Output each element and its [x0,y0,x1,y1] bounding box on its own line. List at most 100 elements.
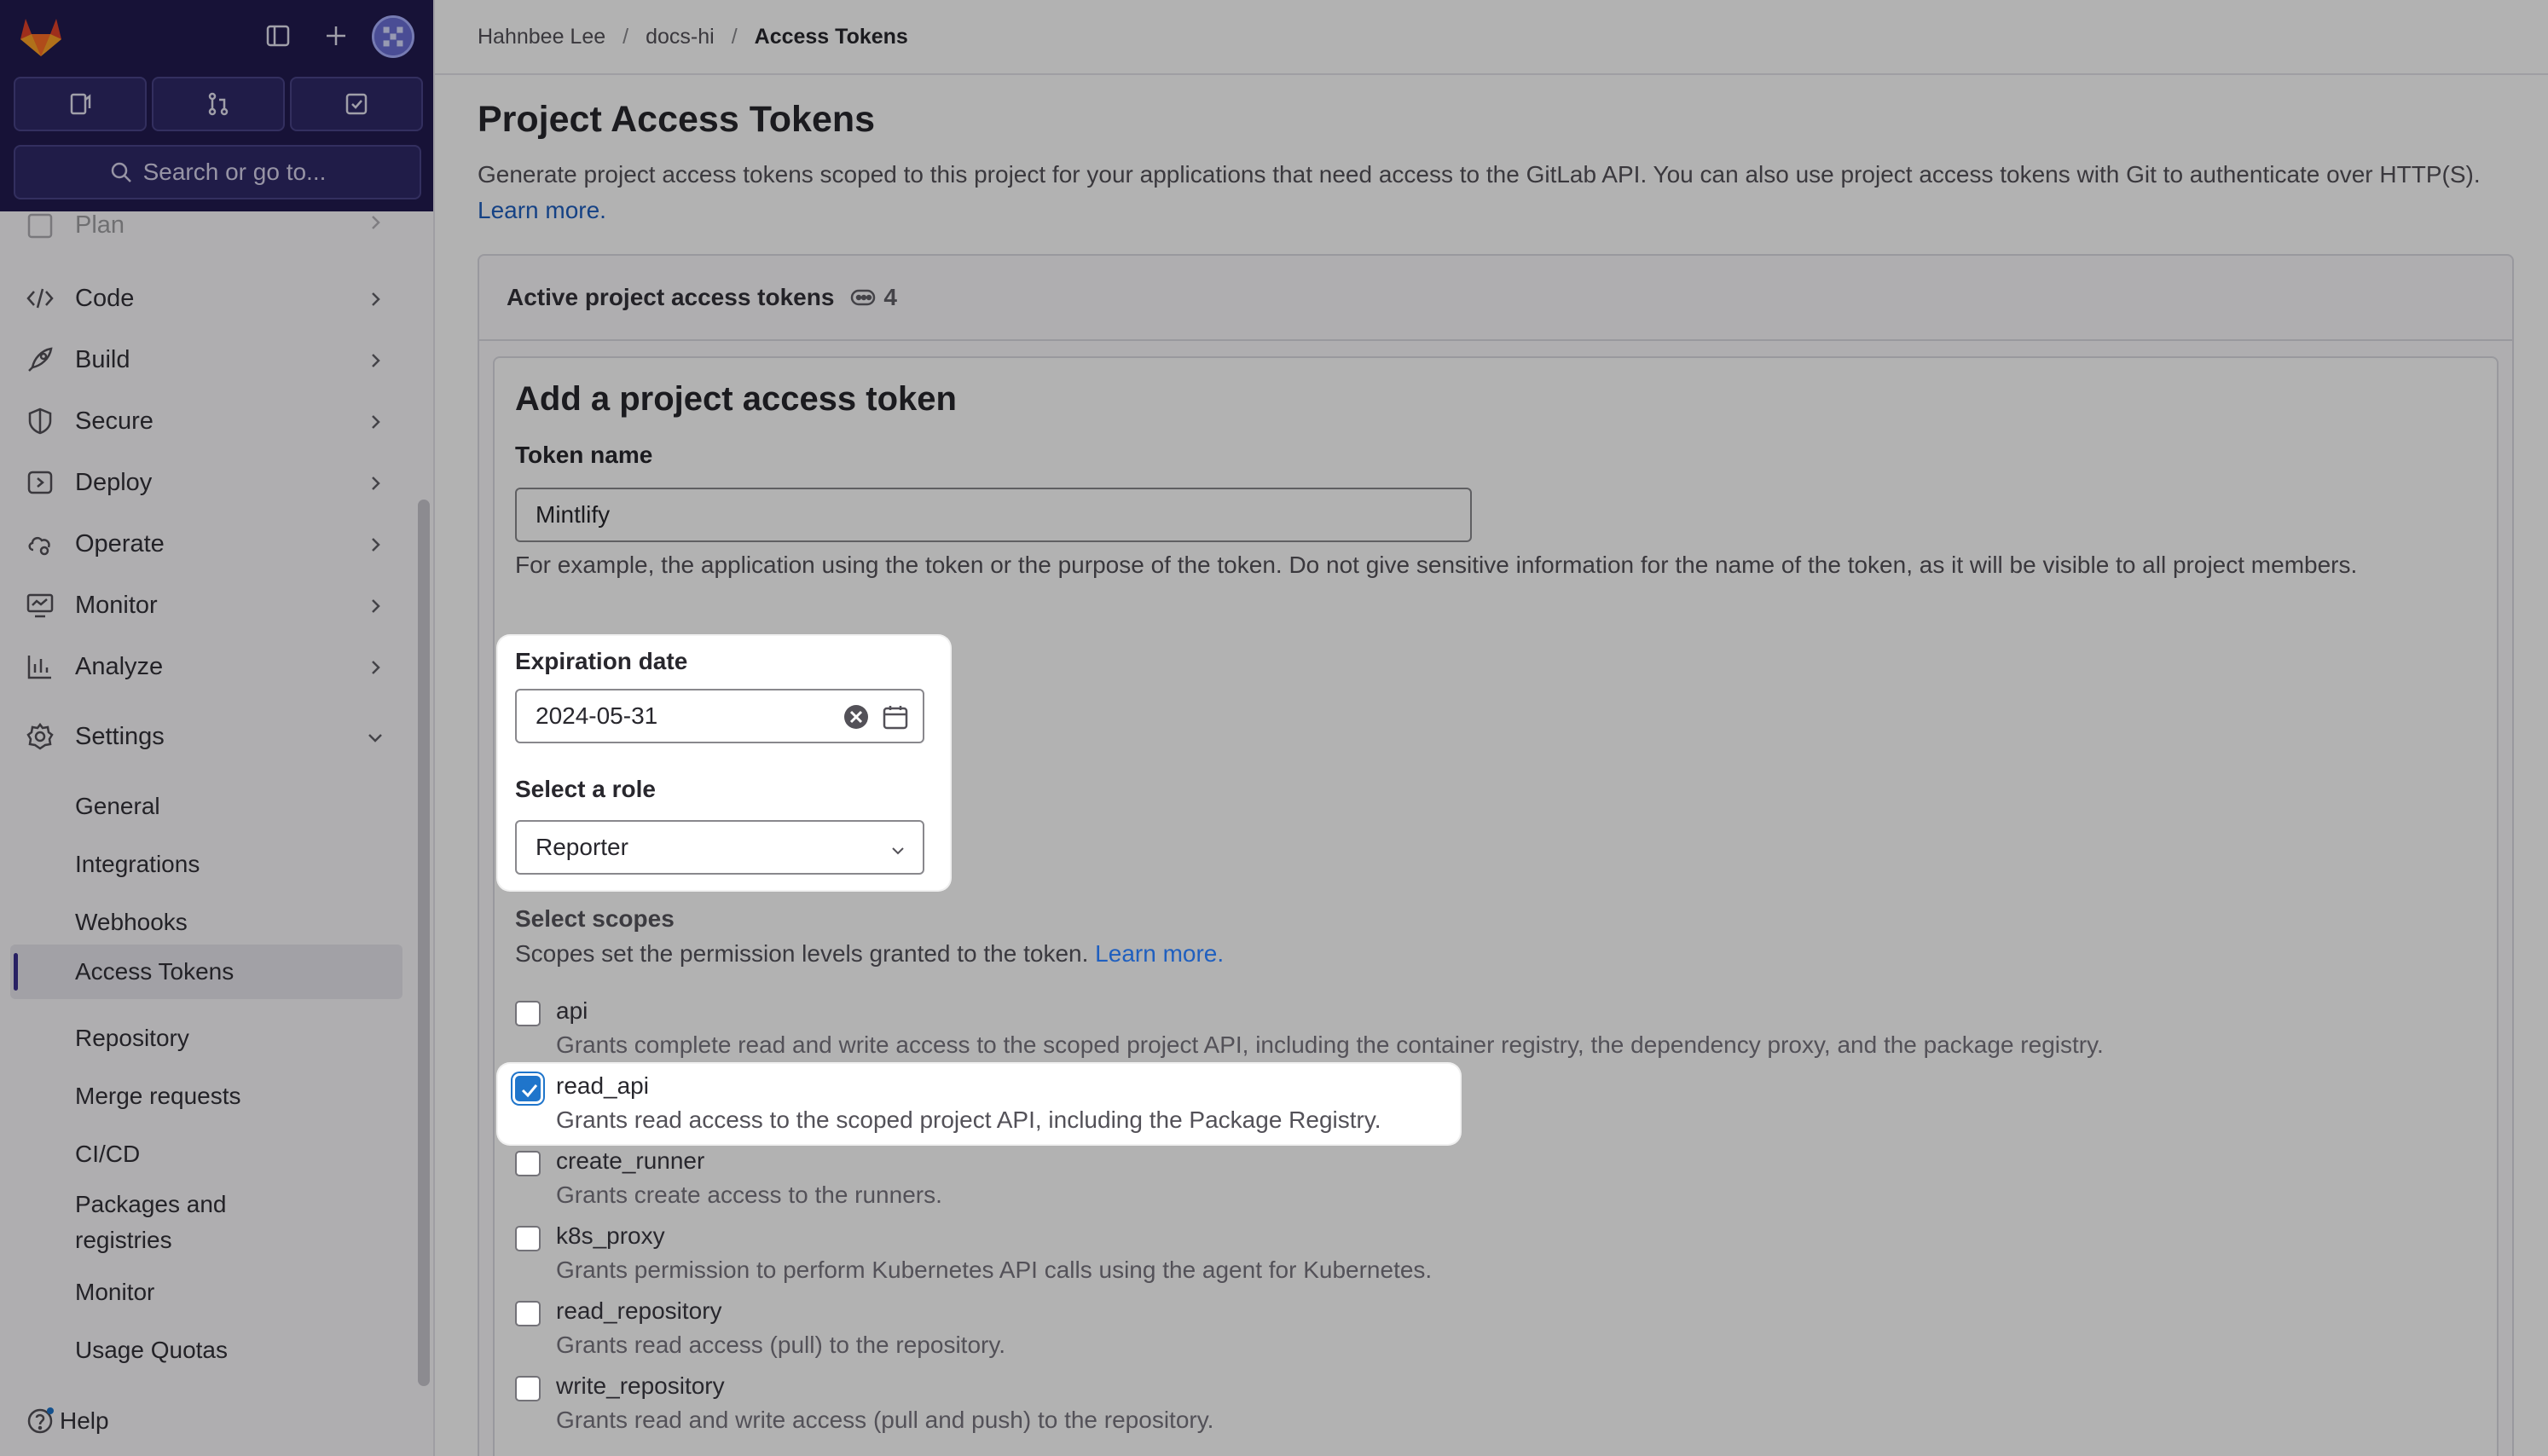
sidebar-header: Search or go to... [0,0,433,211]
scope-description: Grants read and write access (pull and p… [556,1407,1214,1433]
avatar[interactable] [372,15,414,58]
scopes-help: Scopes set the permission levels granted… [515,936,1224,972]
role-select-value: Reporter [536,834,628,860]
chart-icon [26,652,55,681]
page-description: Generate project access tokens scoped to… [478,157,2524,228]
nav-monitor-label: Monitor [75,591,158,619]
plus-icon[interactable] [317,17,355,55]
breadcrumb-user[interactable]: Hahnbee Lee [478,25,605,49]
token-name-help: For example, the application using the t… [515,552,2358,578]
sidebar-item-repository[interactable]: Repository [0,1014,402,1062]
breadcrumb: Hahnbee Lee / docs-hi / Access Tokens [435,0,2548,75]
sidebar-item-label: Repository [75,1025,189,1051]
sidebar-item-label: CI/CD [75,1141,141,1167]
token-name-input[interactable]: Mintlify [515,488,1472,542]
sidebar-item-label: Monitor [75,1279,155,1305]
sidebar-item-webhooks[interactable]: Webhooks [0,898,402,946]
chevron-right-icon [365,288,385,309]
merge-requests-button[interactable] [152,77,285,131]
chevron-right-icon [365,534,385,554]
search-icon [111,162,131,182]
scope-name: read_api [556,1072,649,1099]
search-input[interactable]: Search or go to... [14,145,421,199]
learn-more-link[interactable]: Learn more. [478,197,606,223]
chevron-right-icon [365,211,385,232]
breadcrumb-project[interactable]: docs-hi [646,25,715,49]
sidebar-item-label: Usage Quotas [75,1337,228,1363]
page-description-text: Generate project access tokens scoped to… [478,161,2481,188]
sidebar-item-packages[interactable]: Packages and registries [0,1187,402,1258]
nav-operate[interactable]: Operate [0,518,418,569]
nav-settings[interactable]: Settings [0,711,418,762]
sidebar-item-label: General [75,793,160,819]
sidebar-item-cicd[interactable]: CI/CD [0,1130,402,1178]
sidebar-item-general[interactable]: General [0,783,402,830]
help-label: Help [60,1407,109,1434]
nav-plan[interactable]: Plan [0,211,418,263]
sidebar-item-label: Merge requests [75,1083,241,1109]
sidebar-scrollbar[interactable] [418,500,430,1386]
scope-description: Grants read access (pull) to the reposit… [556,1332,1006,1358]
monitor-icon [26,591,55,620]
scope-read-api-checkbox[interactable] [515,1076,541,1101]
clear-icon[interactable] [843,703,870,737]
scopes-section: Select scopes Scopes set the permission … [515,905,2476,1456]
nav-deploy-label: Deploy [75,468,153,496]
rocket-icon [26,345,55,374]
toggle-sidebar-icon[interactable] [259,17,297,55]
role-select[interactable]: Reporter [515,820,924,875]
nav-monitor[interactable]: Monitor [0,580,418,631]
todos-button[interactable] [290,77,423,131]
scope-description: Grants create access to the runners. [556,1182,942,1208]
nav-deploy[interactable]: Deploy [0,457,418,508]
issues-button[interactable] [14,77,147,131]
scope-name: read_repository [556,1297,722,1324]
breadcrumb-separator: / [623,24,629,49]
token-name-label: Token name [515,442,653,468]
nav-plan-label: Plan [75,211,125,239]
sidebar-item-label: Webhooks [75,909,188,935]
chevron-right-icon [365,656,385,677]
scope-name: write_repository [556,1372,725,1399]
scope-read-repository-checkbox[interactable] [515,1301,541,1326]
scope-k8s-proxy-checkbox[interactable] [515,1226,541,1251]
nav-code[interactable]: Code [0,273,418,324]
nav-analyze[interactable]: Analyze [0,641,418,692]
expiration-role-highlight: Expiration date 2024-05-31 Select a role… [498,636,950,890]
scope-write-repository-checkbox[interactable] [515,1376,541,1401]
nav-settings-label: Settings [75,722,165,750]
sidebar-item-label: Packages and registries [75,1191,227,1253]
scope-api-checkbox[interactable] [515,1001,541,1026]
nav-secure[interactable]: Secure [0,396,418,447]
help-icon [27,1407,54,1434]
chevron-right-icon [365,411,385,431]
plan-icon [26,211,55,240]
help-button[interactable]: Help [26,1407,109,1436]
todo-icon [345,93,368,115]
read-api-highlight: read_api Grants read access to the scope… [498,1064,1460,1144]
breadcrumb-current[interactable]: Access Tokens [755,25,908,49]
sidebar-item-monitor[interactable]: Monitor [0,1268,402,1316]
expiration-date-value: 2024-05-31 [536,702,658,729]
nav-build[interactable]: Build [0,334,418,385]
sidebar-item-integrations[interactable]: Integrations [0,841,402,888]
scope-name: k8s_proxy [556,1222,665,1249]
chevron-down-icon [365,726,385,747]
gitlab-logo-icon[interactable] [17,14,65,58]
calendar-icon[interactable] [882,703,909,737]
nav-secure-label: Secure [75,407,153,435]
chevron-right-icon [365,350,385,370]
expiration-label: Expiration date [515,648,688,674]
gear-icon [26,722,55,751]
expiration-date-input[interactable]: 2024-05-31 [515,689,924,743]
scope-create-runner-checkbox[interactable] [515,1151,541,1176]
scope-name: api [556,997,588,1024]
sidebar-item-merge-requests[interactable]: Merge requests [0,1072,402,1120]
issues-icon [70,93,91,115]
sidebar-item-usage-quotas[interactable]: Usage Quotas [0,1326,402,1374]
sidebar-item-access-tokens[interactable]: Access Tokens [10,945,402,999]
check-icon [521,1084,538,1098]
scopes-learn-more-link[interactable]: Learn more. [1095,940,1224,967]
role-label: Select a role [515,776,656,802]
deploy-icon [26,468,55,497]
